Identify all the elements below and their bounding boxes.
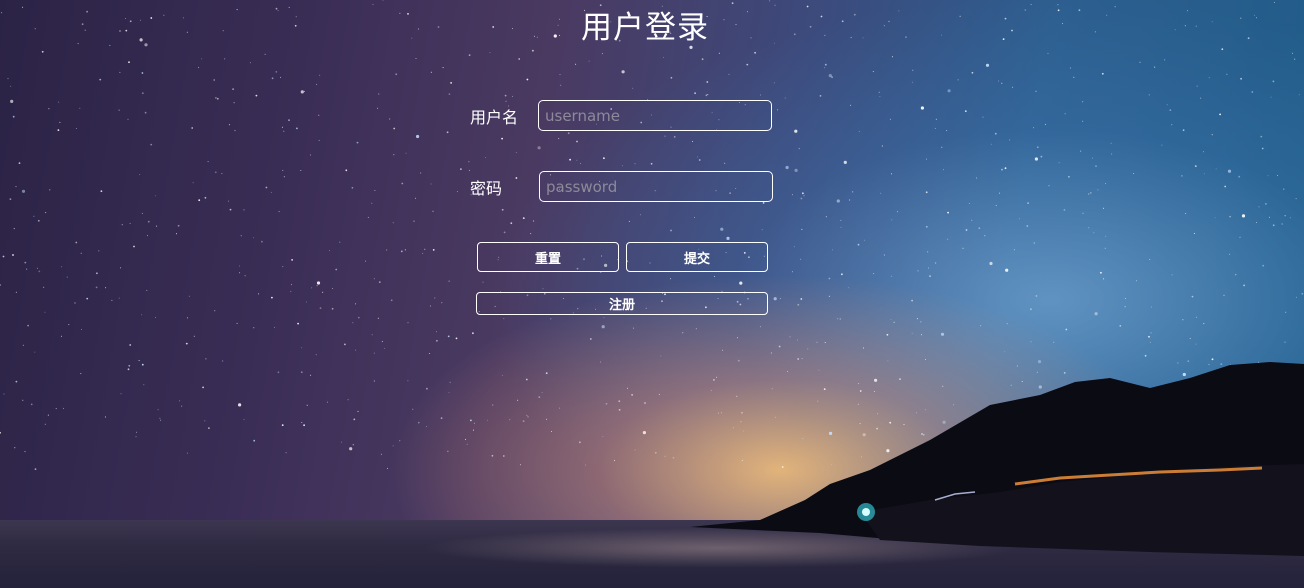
password-label: 密码 bbox=[470, 178, 503, 198]
register-button[interactable]: 注册 bbox=[476, 292, 768, 315]
submit-button[interactable]: 提交 bbox=[626, 242, 768, 272]
password-row: 密码 bbox=[470, 171, 773, 202]
username-label: 用户名 bbox=[470, 107, 519, 127]
username-row: 用户名 bbox=[470, 100, 772, 131]
login-page: 用户登录 用户名 密码 重置 提交 注册 bbox=[0, 0, 1304, 588]
page-title: 用户登录 bbox=[581, 10, 709, 46]
username-input[interactable] bbox=[538, 100, 772, 131]
reset-button[interactable]: 重置 bbox=[477, 242, 619, 272]
password-input[interactable] bbox=[539, 171, 773, 202]
